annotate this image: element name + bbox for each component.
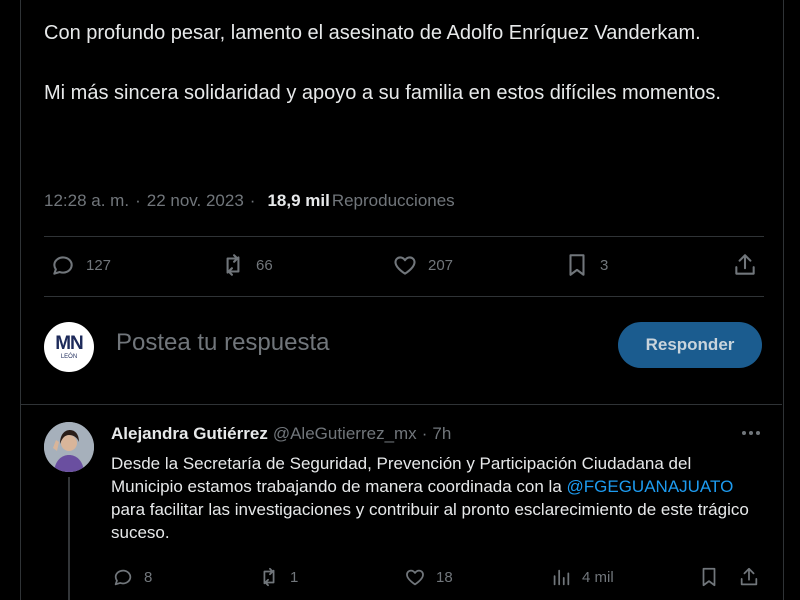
user-avatar[interactable]: MN LEÓN <box>44 322 94 372</box>
avatar-logo-text: MN <box>55 332 84 354</box>
mention-link[interactable]: @FGEGUANAJUATO <box>567 477 734 496</box>
reply-text: Desde la Secretaría de Seguridad, Preven… <box>111 452 761 544</box>
more-button[interactable] <box>738 420 764 446</box>
repost-button[interactable]: 66 <box>220 252 273 278</box>
reply-bookmark-button[interactable] <box>698 566 720 588</box>
tweet-text: Con profundo pesar, lamento el asesinato… <box>44 18 724 138</box>
reply-views-button[interactable]: 4 mil <box>550 566 614 588</box>
tweet-actions: 127 66 207 3 <box>44 252 760 284</box>
divider <box>44 296 764 297</box>
views-icon <box>553 569 570 586</box>
avatar-logo-sub: LEÓN <box>60 353 78 360</box>
reply-count: 127 <box>86 256 112 274</box>
reply-input[interactable] <box>114 328 568 358</box>
avatar-logo-letters: MN <box>55 332 84 354</box>
tweet-paragraph-2: Mi más sincera solidaridad y apoyo a su … <box>44 82 721 104</box>
bookmark-icon <box>569 254 585 276</box>
reply-like-button[interactable]: 18 <box>404 566 453 588</box>
tweet-meta: 12:28 a. m. · 22 nov. 2023 · 18,9 mil Re… <box>44 191 455 211</box>
reply-views-count: 4 mil <box>582 568 614 586</box>
views-count: 18,9 mil <box>267 191 330 210</box>
reply-button[interactable]: 127 <box>50 252 111 278</box>
reply-composer: MN LEÓN Responder <box>44 320 762 372</box>
tweet-date[interactable]: 22 nov. 2023 <box>147 191 244 211</box>
reply-age[interactable]: 7h <box>432 424 451 444</box>
meta-separator: · <box>135 191 141 210</box>
like-count: 207 <box>428 256 454 274</box>
reply-reply-button[interactable]: 8 <box>112 566 152 588</box>
share-icon <box>740 567 758 586</box>
reply-reply-count: 8 <box>144 568 153 586</box>
like-icon <box>394 256 416 275</box>
reply-repost-button[interactable]: 1 <box>258 566 298 588</box>
reply-repost-count: 1 <box>290 568 299 586</box>
reply-text-after: para facilitar las investigaciones y con… <box>111 500 749 542</box>
repost-icon <box>263 567 275 587</box>
like-icon <box>406 569 424 586</box>
bookmark-button[interactable]: 3 <box>564 252 608 278</box>
reply-actions: 8 1 18 4 mil <box>112 566 772 594</box>
views-label: Reproducciones <box>331 191 455 210</box>
reply-icon <box>53 256 73 275</box>
share-button[interactable] <box>732 252 758 278</box>
reply-header: Alejandra Gutiérrez @AleGutierrez_mx · 7… <box>111 424 451 444</box>
tweet-time[interactable]: 12:28 a. m. <box>44 191 129 211</box>
meta-separator: · <box>421 424 428 443</box>
bookmark-icon <box>702 567 716 587</box>
repost-icon <box>226 254 240 276</box>
reply-share-button[interactable] <box>738 566 760 588</box>
reply-author-name[interactable]: Alejandra Gutiérrez <box>111 424 268 444</box>
thread-line <box>68 477 70 600</box>
bookmark-count: 3 <box>600 256 609 274</box>
share-icon <box>735 254 755 275</box>
reply-submit-button[interactable]: Responder <box>618 322 762 368</box>
like-button[interactable]: 207 <box>392 252 453 278</box>
more-icon <box>742 431 760 435</box>
reply-author-handle[interactable]: @AleGutierrez_mx <box>273 424 417 444</box>
tweet-paragraph-1: Con profundo pesar, lamento el asesinato… <box>44 22 701 44</box>
meta-separator: · <box>249 191 256 210</box>
reply-author-avatar[interactable] <box>44 422 94 472</box>
reply-icon <box>114 569 132 586</box>
repost-count: 66 <box>256 256 273 274</box>
divider <box>44 236 764 237</box>
person-avatar-icon <box>44 422 94 472</box>
reply-like-count: 18 <box>436 568 453 586</box>
divider <box>20 404 782 405</box>
